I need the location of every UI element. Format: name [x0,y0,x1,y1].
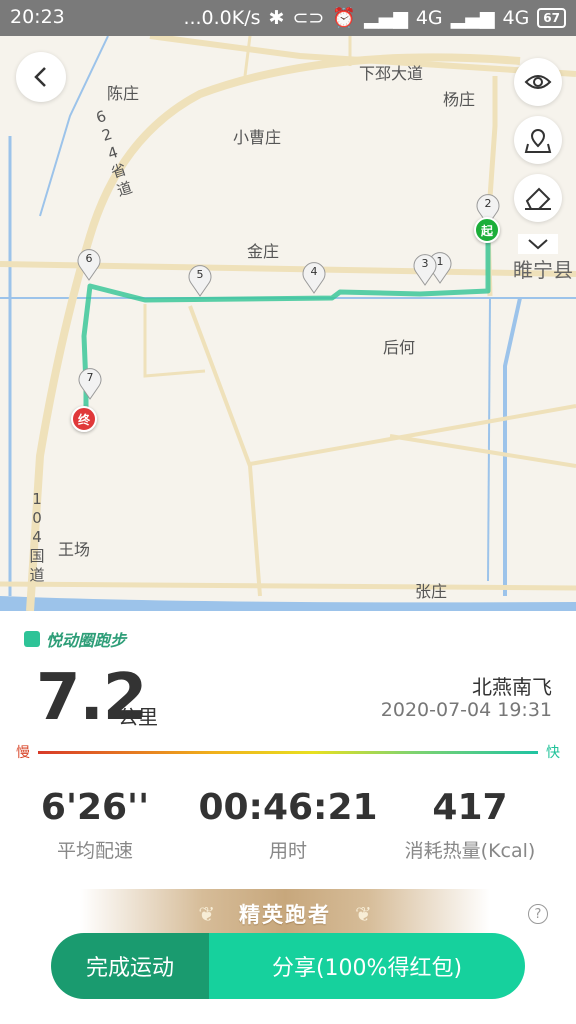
toggle-icon: ⊂⊃ [292,6,325,29]
eraser-button[interactable] [514,174,562,222]
stat-label: 平均配速 [56,840,133,862]
wheat-icon: ❦ [198,902,215,926]
alarm-icon: ⏰ [332,7,356,29]
eraser-icon [525,187,551,210]
end-marker[interactable]: 终 [71,406,97,432]
brand-name: 悦动圈跑步 [46,631,127,650]
status-icons: ...0.0K/s ✱ ⊂⊃ ⏰ ▂▄▆ 4G ▂▄▆ 4G 67 [183,6,566,29]
pin-number: 2 [484,197,492,210]
stat-calories: 417 消耗热量(Kcal) [375,787,565,863]
road-char: 4 [32,528,42,546]
map-label-wangchang: 王场 [58,540,91,559]
road-char: 道 [29,566,45,584]
map-label-xiaocaozhuang: 小曹庄 [233,128,282,147]
pin-number: 6 [85,252,93,265]
route-pin-7[interactable]: 7 [77,366,103,400]
route-map[interactable]: 陈庄 下邳大道 杨庄 小曹庄 金庄 睢宁县 后何 王场 张庄 6 2 4 省 道… [0,36,576,611]
elite-runner-badge: ❦ 精英跑者 ❦ [80,889,490,939]
username: 北燕南飞 [472,675,552,699]
share-button[interactable]: 分享(100%得红包) [209,933,525,999]
eye-icon [524,75,552,89]
net-speed: ...0.0K/s [183,6,261,29]
start-marker[interactable]: 起 [474,217,500,243]
chevron-left-icon [34,67,46,87]
map-pin-icon [524,128,552,153]
map-label-road-104: 1 0 4 国 道 [28,490,46,585]
run-summary-panel: 悦动圈跑步 7.2 公里 北燕南飞 2020-07-04 19:31 慢 快 6… [0,611,576,1024]
road-char: 国 [29,547,45,565]
distance-unit: 公里 [118,705,158,729]
brand: 悦动圈跑步 [24,627,126,651]
eye-button[interactable] [514,58,562,106]
route-pin-6[interactable]: 6 [76,247,102,281]
network-type-1: 4G [415,6,443,29]
network-type-2: 4G [502,6,530,29]
help-icon[interactable]: ? [528,904,548,924]
stat-value: 00:46:21 [198,787,378,828]
map-label-jinzhuang: 金庄 [247,242,280,261]
signal-icon-2: ▂▄▆ [450,6,495,29]
route-pin-5[interactable]: 5 [187,263,213,297]
stat-pace: 6'26'' 平均配速 [0,787,190,863]
map-view-button[interactable] [514,116,562,164]
pin-number: 4 [310,265,318,278]
stat-duration: 00:46:21 用时 [193,787,383,863]
stat-label: 用时 [268,840,307,862]
pin-number: 7 [86,371,94,384]
pin-number: 3 [421,257,429,270]
status-bar: 20:23 ...0.0K/s ✱ ⊂⊃ ⏰ ▂▄▆ 4G ▂▄▆ 4G 67 [0,0,576,36]
road-char: 1 [32,490,42,508]
run-datetime: 2020-07-04 19:31 [380,699,552,721]
clock: 20:23 [10,6,65,28]
stat-value: 417 [432,787,508,828]
pace-gradient-bar [38,751,538,754]
map-label-suining: 睢宁县 [513,258,573,282]
pace-slow-label: 慢 [16,745,30,761]
map-base [0,36,576,611]
map-label-yangzhuang: 杨庄 [443,90,476,109]
back-button[interactable] [16,52,66,102]
stat-value: 6'26'' [40,787,150,828]
bluetooth-icon: ✱ [268,6,285,29]
action-buttons: 完成运动 分享(100%得红包) [51,933,525,999]
pin-number: 5 [196,268,204,281]
map-label-xiapi-road: 下邳大道 [359,64,424,83]
brand-logo-icon [24,631,40,647]
map-label-chenzhuang: 陈庄 [107,84,140,103]
map-label-houhe: 后何 [383,338,416,357]
elite-badge-text: 精英跑者 [239,903,331,927]
collapse-button[interactable] [518,234,558,254]
route-pin-4[interactable]: 4 [301,260,327,294]
wheat-icon: ❦ [355,902,372,926]
signal-icon: ▂▄▆ [363,6,408,29]
stat-label: 消耗热量(Kcal) [404,840,536,862]
route-pin-3[interactable]: 3 [412,252,438,286]
road-char: 0 [32,509,42,527]
finish-workout-button[interactable]: 完成运动 [51,933,209,999]
pace-fast-label: 快 [546,745,560,761]
battery-icon: 67 [537,7,566,28]
chevron-down-icon [528,239,548,250]
map-label-zhangzhuang: 张庄 [415,582,448,601]
